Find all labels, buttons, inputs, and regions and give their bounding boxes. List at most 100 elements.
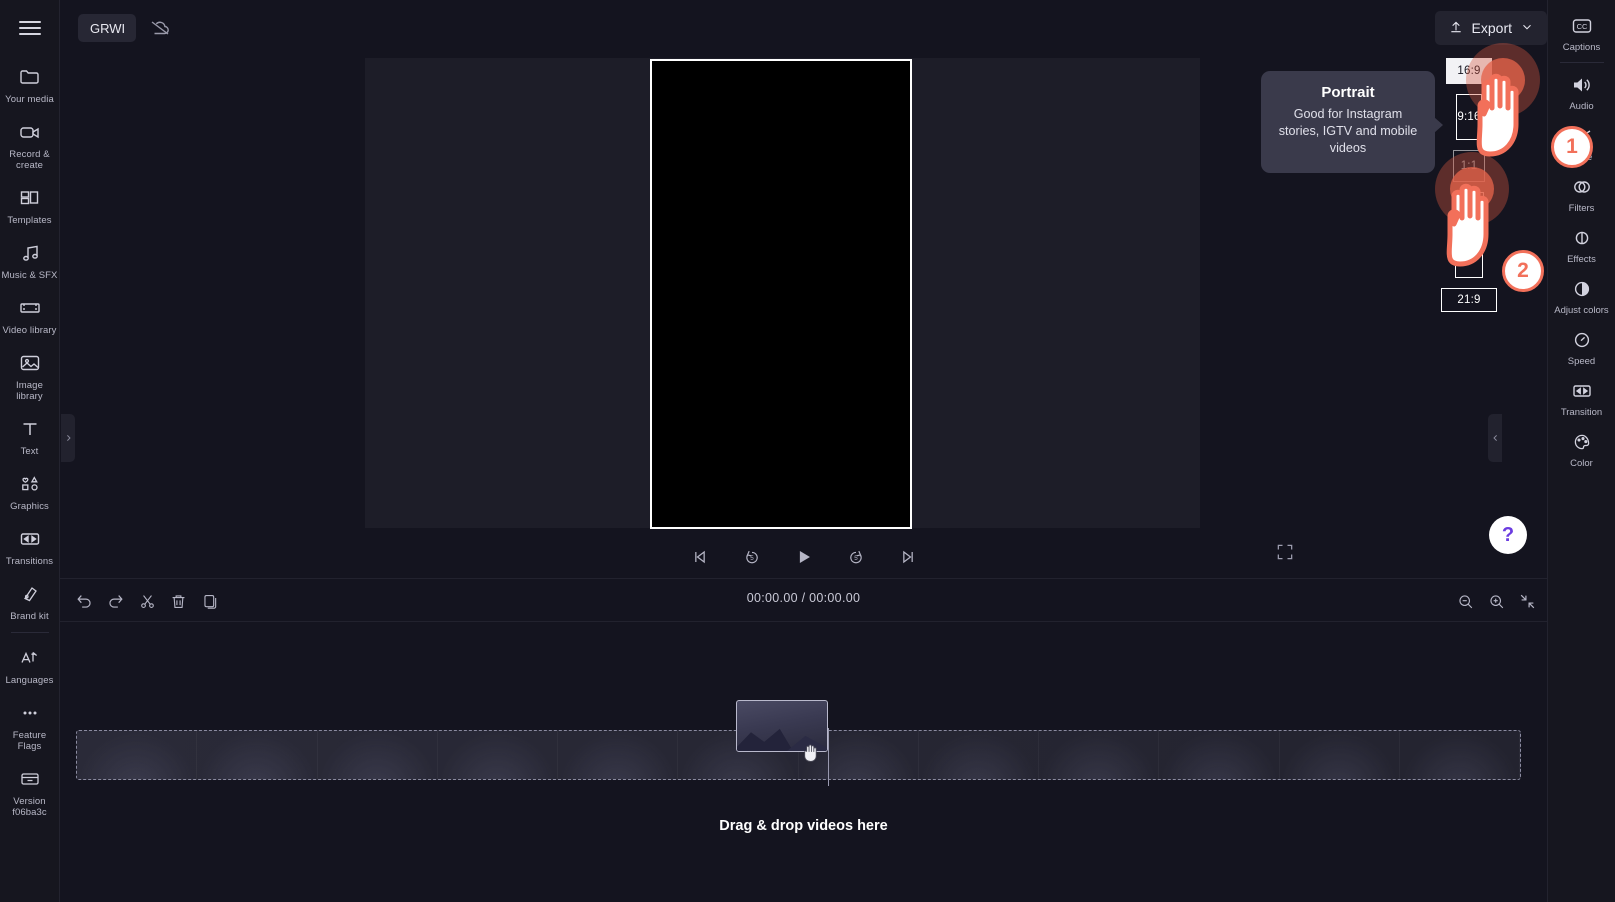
help-button[interactable]: ? bbox=[1489, 516, 1527, 554]
sidebar-item-image-library[interactable]: Image library bbox=[0, 342, 60, 408]
sidebar-item-languages[interactable]: Languages bbox=[0, 637, 60, 692]
right-item-transition[interactable]: Transition bbox=[1548, 371, 1615, 422]
sidebar-item-music-sfx[interactable]: Music & SFX bbox=[0, 232, 60, 287]
question-mark-icon: ? bbox=[1501, 523, 1515, 546]
right-item-speed[interactable]: Speed bbox=[1548, 320, 1615, 371]
aspect-ratio-9-16[interactable]: 9:16 bbox=[1456, 94, 1482, 140]
timeline-toolbar: 00:00.00 / 00:00.00 bbox=[60, 578, 1547, 622]
film-strip-icon bbox=[18, 295, 42, 321]
speaker-icon bbox=[1570, 73, 1594, 97]
top-toolbar: GRWI Export bbox=[60, 0, 1615, 56]
sidebar-item-text[interactable]: Text bbox=[0, 408, 60, 463]
ellipsis-icon bbox=[18, 700, 42, 726]
sidebar-item-feature-flags[interactable]: Feature Flags bbox=[0, 692, 60, 758]
right-item-adjust-colors[interactable]: Adjust colors bbox=[1548, 269, 1615, 320]
sidebar-item-label: Transitions bbox=[5, 556, 54, 567]
right-item-label: Audio bbox=[1569, 101, 1594, 112]
right-item-label: Effects bbox=[1567, 254, 1596, 265]
sidebar-item-label: Image library bbox=[16, 380, 43, 402]
drop-hint-text: Drag & drop videos here bbox=[719, 818, 888, 834]
aspect-ratio-1-1[interactable]: 1:1 bbox=[1453, 150, 1485, 182]
templates-grid-icon bbox=[18, 185, 42, 211]
aspect-ratio-21-9[interactable]: 21:9 bbox=[1441, 288, 1497, 312]
aspect-ratio-16-9[interactable]: 16:9 bbox=[1446, 58, 1492, 84]
zoom-in-icon[interactable] bbox=[1484, 589, 1508, 613]
right-item-label: Adjust colors bbox=[1554, 305, 1609, 316]
sidebar-item-label: Version f06ba3c bbox=[12, 796, 47, 818]
play-icon[interactable] bbox=[791, 544, 817, 570]
sidebar-item-your-media[interactable]: Your media bbox=[0, 56, 60, 111]
aspect-ratio-2-3[interactable]: 2:3 bbox=[1455, 238, 1483, 278]
right-item-label: Transition bbox=[1560, 407, 1603, 418]
zoom-out-icon[interactable] bbox=[1453, 589, 1477, 613]
right-item-filters[interactable]: Filters bbox=[1548, 167, 1615, 218]
sidebar-item-label: Text bbox=[20, 446, 39, 457]
fullscreen-icon[interactable] bbox=[1275, 542, 1299, 566]
sidebar-item-templates[interactable]: Templates bbox=[0, 177, 60, 232]
skip-to-start-icon[interactable] bbox=[687, 544, 713, 570]
image-icon bbox=[18, 350, 42, 376]
step-badge-1: 1 bbox=[1551, 126, 1593, 168]
sidebar-item-video-library[interactable]: Video library bbox=[0, 287, 60, 342]
transition-square-icon bbox=[1570, 379, 1594, 403]
right-item-audio[interactable]: Audio bbox=[1548, 65, 1615, 116]
video-preview-frame[interactable] bbox=[650, 59, 912, 529]
right-item-label: Captions bbox=[1562, 42, 1601, 53]
aspect-ratio-panel: 16:9 9:16 1:1 4:5 2:3 21:9 bbox=[1441, 58, 1497, 312]
collapse-left-panel-handle[interactable] bbox=[61, 414, 75, 462]
text-t-icon bbox=[18, 416, 42, 442]
sidebar-item-brand-kit[interactable]: Brand kit bbox=[0, 573, 60, 628]
sidebar-item-label: Templates bbox=[7, 215, 52, 226]
svg-text:5: 5 bbox=[750, 555, 754, 562]
left-sidebar: Your media Record & create Templates Mus… bbox=[0, 0, 60, 902]
sidebar-divider bbox=[10, 632, 49, 633]
sidebar-item-label: Graphics bbox=[10, 501, 49, 512]
sidebar-item-label: Feature Flags bbox=[12, 730, 47, 752]
sidebar-item-label: Brand kit bbox=[10, 611, 49, 622]
speedometer-icon bbox=[1570, 328, 1594, 352]
upload-arrow-icon bbox=[1448, 19, 1464, 38]
timeline-body[interactable]: Drag & drop videos here bbox=[60, 622, 1547, 902]
project-name-field[interactable]: GRWI bbox=[78, 14, 136, 42]
sidebar-item-label: Record & create bbox=[9, 149, 50, 171]
grab-hand-cursor-icon bbox=[798, 740, 824, 766]
shapes-icon bbox=[18, 471, 42, 497]
right-item-label: Filters bbox=[1568, 203, 1595, 214]
forward-5s-icon[interactable]: 5 bbox=[843, 544, 869, 570]
translate-icon bbox=[18, 645, 42, 671]
hamburger-menu-icon[interactable] bbox=[0, 0, 60, 56]
collapse-right-panel-handle[interactable] bbox=[1488, 414, 1502, 462]
sidebar-item-graphics[interactable]: Graphics bbox=[0, 463, 60, 518]
right-item-label: Color bbox=[1570, 458, 1593, 469]
sidebar-item-label: Languages bbox=[5, 675, 54, 686]
sidebar-item-label: Your media bbox=[5, 94, 54, 105]
tooltip-title: Portrait bbox=[1321, 84, 1375, 101]
right-item-effects[interactable]: Effects bbox=[1548, 218, 1615, 269]
rewind-5s-icon[interactable]: 5 bbox=[739, 544, 765, 570]
sidebar-item-version[interactable]: Version f06ba3c bbox=[0, 758, 60, 824]
skip-to-end-icon[interactable] bbox=[895, 544, 921, 570]
contrast-half-circle-icon bbox=[1570, 277, 1594, 301]
right-item-captions[interactable]: CC Captions bbox=[1548, 6, 1615, 57]
sidebar-item-transitions[interactable]: Transitions bbox=[0, 518, 60, 573]
video-camera-icon bbox=[18, 119, 42, 145]
sidebar-item-label: Music & SFX bbox=[1, 270, 58, 281]
effects-sparkle-icon bbox=[1570, 226, 1594, 250]
step-badge-2: 2 bbox=[1502, 250, 1544, 292]
transition-icon bbox=[18, 526, 42, 552]
fit-screen-icon[interactable] bbox=[1515, 589, 1539, 613]
right-item-color[interactable]: Color bbox=[1548, 422, 1615, 473]
svg-text:5: 5 bbox=[854, 555, 858, 562]
sidebar-item-record-create[interactable]: Record & create bbox=[0, 111, 60, 177]
aspect-ratio-4-5[interactable]: 4:5 bbox=[1454, 192, 1484, 228]
brand-kit-icon bbox=[18, 581, 42, 607]
cloud-off-icon[interactable] bbox=[148, 16, 172, 40]
color-palette-icon bbox=[1570, 430, 1594, 454]
clipchamp-editor-window: Your media Record & create Templates Mus… bbox=[0, 0, 1615, 902]
playback-controls: 5 5 bbox=[60, 534, 1547, 580]
music-note-icon bbox=[18, 240, 42, 266]
right-sidebar-divider bbox=[1559, 62, 1604, 63]
drop-insertion-caret bbox=[828, 728, 830, 786]
filters-circles-icon bbox=[1570, 175, 1594, 199]
export-button[interactable]: Export bbox=[1434, 11, 1547, 45]
